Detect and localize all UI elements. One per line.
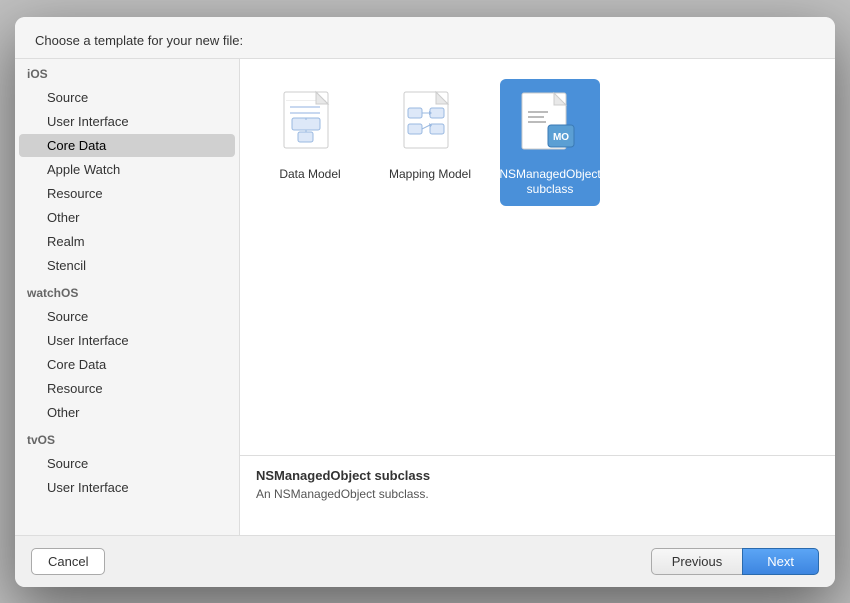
svg-text:MO: MO xyxy=(553,132,569,143)
sidebar-item-watch-coredata[interactable]: Core Data xyxy=(19,353,235,376)
dialog: Choose a template for your new file: iOS… xyxy=(15,17,835,587)
template-item-data-model[interactable]: Data Model xyxy=(260,79,360,206)
sidebar-item-ios-applewatch[interactable]: Apple Watch xyxy=(19,158,235,181)
next-button[interactable]: Next xyxy=(742,548,819,575)
sidebar-item-tv-source[interactable]: Source xyxy=(19,452,235,475)
template-grid: Data Model xyxy=(240,59,835,455)
template-item-nsmanaged[interactable]: MO NSManagedObject subclass xyxy=(500,79,600,206)
sidebar-section-watchos: watchOS xyxy=(15,278,239,304)
nsmanaged-icon: MO xyxy=(518,87,582,161)
content-area: Data Model xyxy=(240,59,835,535)
mapping-model-label: Mapping Model xyxy=(389,167,471,183)
sidebar-item-ios-realm[interactable]: Realm xyxy=(19,230,235,253)
sidebar-section-tvos: tvOS xyxy=(15,425,239,451)
nsmanaged-label: NSManagedObject subclass xyxy=(499,167,600,198)
sidebar-item-ios-ui[interactable]: User Interface xyxy=(19,110,235,133)
sidebar: iOS Source User Interface Core Data Appl… xyxy=(15,59,240,535)
description-area: NSManagedObject subclass An NSManagedObj… xyxy=(240,455,835,535)
data-model-label: Data Model xyxy=(279,167,340,183)
previous-button[interactable]: Previous xyxy=(651,548,743,575)
cancel-button[interactable]: Cancel xyxy=(31,548,105,575)
sidebar-item-ios-stencil[interactable]: Stencil xyxy=(19,254,235,277)
mapping-model-icon xyxy=(398,87,462,161)
sidebar-section-ios: iOS xyxy=(15,59,239,85)
sidebar-item-tv-ui[interactable]: User Interface xyxy=(19,476,235,499)
sidebar-item-watch-source[interactable]: Source xyxy=(19,305,235,328)
sidebar-item-watch-other[interactable]: Other xyxy=(19,401,235,424)
description-title: NSManagedObject subclass xyxy=(256,468,819,483)
sidebar-item-ios-resource[interactable]: Resource xyxy=(19,182,235,205)
dialog-body: iOS Source User Interface Core Data Appl… xyxy=(15,59,835,535)
sidebar-item-watch-ui[interactable]: User Interface xyxy=(19,329,235,352)
sidebar-item-watch-resource[interactable]: Resource xyxy=(19,377,235,400)
sidebar-item-ios-source[interactable]: Source xyxy=(19,86,235,109)
sidebar-item-ios-coredata[interactable]: Core Data xyxy=(19,134,235,157)
dialog-footer: Cancel Previous Next xyxy=(15,535,835,587)
nav-button-group: Previous Next xyxy=(651,548,819,575)
template-item-mapping-model[interactable]: Mapping Model xyxy=(380,79,480,206)
dialog-title: Choose a template for your new file: xyxy=(15,17,835,59)
sidebar-item-ios-other[interactable]: Other xyxy=(19,206,235,229)
description-text: An NSManagedObject subclass. xyxy=(256,487,819,501)
data-model-icon xyxy=(278,87,342,161)
